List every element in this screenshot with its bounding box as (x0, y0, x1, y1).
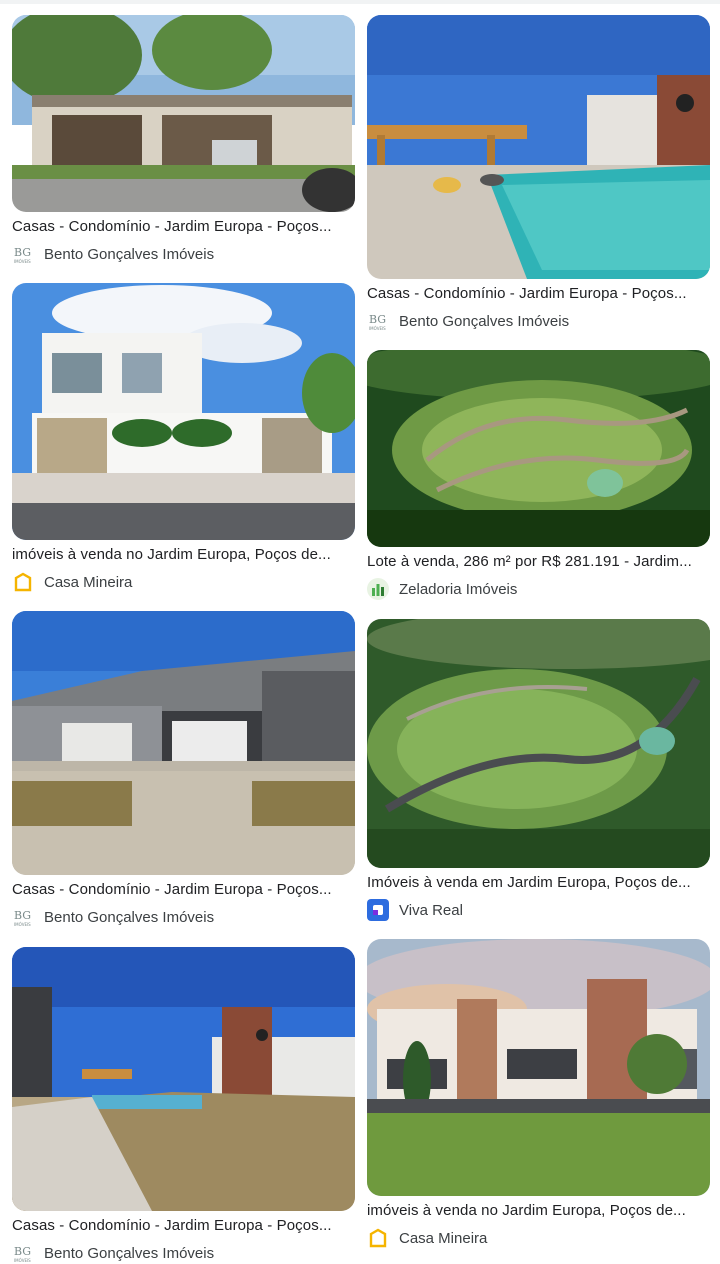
result-title[interactable]: Imóveis à venda em Jardim Europa, Poços … (367, 874, 710, 892)
svg-text:BG: BG (14, 909, 31, 922)
source-name: Viva Real (399, 901, 463, 919)
svg-text:BG: BG (369, 313, 386, 326)
result-card[interactable]: Casas - Condomínio - Jardim Europa - Poç… (12, 947, 355, 1264)
result-source[interactable]: BG IMÓVEIS Bento Gonçalves Imóveis (12, 1242, 355, 1264)
result-source[interactable]: BG IMÓVEIS Bento Gonçalves Imóveis (12, 243, 355, 265)
result-source[interactable]: BG IMÓVEIS Bento Gonçalves Imóveis (12, 906, 355, 928)
result-source[interactable]: Viva Real (367, 899, 710, 921)
result-card[interactable]: Imóveis à venda em Jardim Europa, Poços … (367, 619, 710, 921)
source-name: Casa Mineira (399, 1229, 488, 1247)
result-source[interactable]: Casa Mineira (367, 1227, 710, 1249)
result-title[interactable]: Casas - Condomínio - Jardim Europa - Poç… (12, 218, 355, 236)
source-name: Bento Gonçalves Imóveis (44, 245, 215, 263)
casa-mineira-logo (367, 1227, 389, 1249)
result-image[interactable] (367, 350, 710, 547)
result-card[interactable]: Casas - Condomínio - Jardim Europa - Poç… (12, 611, 355, 928)
result-image[interactable] (367, 15, 710, 279)
svg-text:BG: BG (14, 1245, 31, 1258)
bg-imoveis-logo: BG IMÓVEIS (12, 1242, 34, 1264)
result-source[interactable]: Casa Mineira (12, 571, 355, 593)
source-name: Bento Gonçalves Imóveis (44, 1244, 215, 1262)
source-name: Zeladoria Imóveis (399, 580, 518, 598)
svg-text:IMÓVEIS: IMÓVEIS (14, 1258, 31, 1263)
bg-imoveis-logo: BG IMÓVEIS (367, 310, 389, 332)
result-title[interactable]: Casas - Condomínio - Jardim Europa - Poç… (12, 1217, 355, 1235)
bg-imoveis-logo: BG IMÓVEIS (12, 906, 34, 928)
casa-mineira-logo (12, 571, 34, 593)
viva-real-logo (367, 899, 389, 921)
svg-text:IMÓVEIS: IMÓVEIS (14, 259, 31, 264)
source-name: Bento Gonçalves Imóveis (44, 908, 215, 926)
svg-text:IMÓVEIS: IMÓVEIS (369, 326, 386, 331)
result-title[interactable]: imóveis à venda no Jardim Europa, Poços … (367, 1202, 710, 1220)
result-image[interactable] (12, 947, 355, 1211)
result-card[interactable]: Casas - Condomínio - Jardim Europa - Poç… (12, 15, 355, 265)
result-image[interactable] (367, 939, 710, 1196)
bg-imoveis-logo: BG IMÓVEIS (12, 243, 34, 265)
result-title[interactable]: Casas - Condomínio - Jardim Europa - Poç… (12, 881, 355, 899)
result-source[interactable]: Zeladoria Imóveis (367, 578, 710, 600)
result-source[interactable]: BG IMÓVEIS Bento Gonçalves Imóveis (367, 310, 710, 332)
result-card[interactable]: Casas - Condomínio - Jardim Europa - Poç… (367, 15, 710, 332)
result-card[interactable]: imóveis à venda no Jardim Europa, Poços … (367, 939, 710, 1249)
result-card[interactable]: imóveis à venda no Jardim Europa, Poços … (12, 283, 355, 593)
source-name: Casa Mineira (44, 573, 133, 591)
result-title[interactable]: Lote à venda, 286 m² por R$ 281.191 - Ja… (367, 553, 710, 571)
result-title[interactable]: Casas - Condomínio - Jardim Europa - Poç… (367, 285, 710, 303)
result-card[interactable]: Lote à venda, 286 m² por R$ 281.191 - Ja… (367, 350, 710, 600)
source-name: Bento Gonçalves Imóveis (399, 312, 570, 330)
result-title[interactable]: imóveis à venda no Jardim Europa, Poços … (12, 546, 355, 564)
result-image[interactable] (12, 283, 355, 540)
result-image[interactable] (367, 619, 710, 868)
top-divider (0, 0, 720, 4)
result-image[interactable] (12, 15, 355, 212)
result-image[interactable] (12, 611, 355, 875)
svg-text:BG: BG (14, 246, 31, 259)
zeladoria-logo (367, 578, 389, 600)
svg-text:IMÓVEIS: IMÓVEIS (14, 922, 31, 927)
